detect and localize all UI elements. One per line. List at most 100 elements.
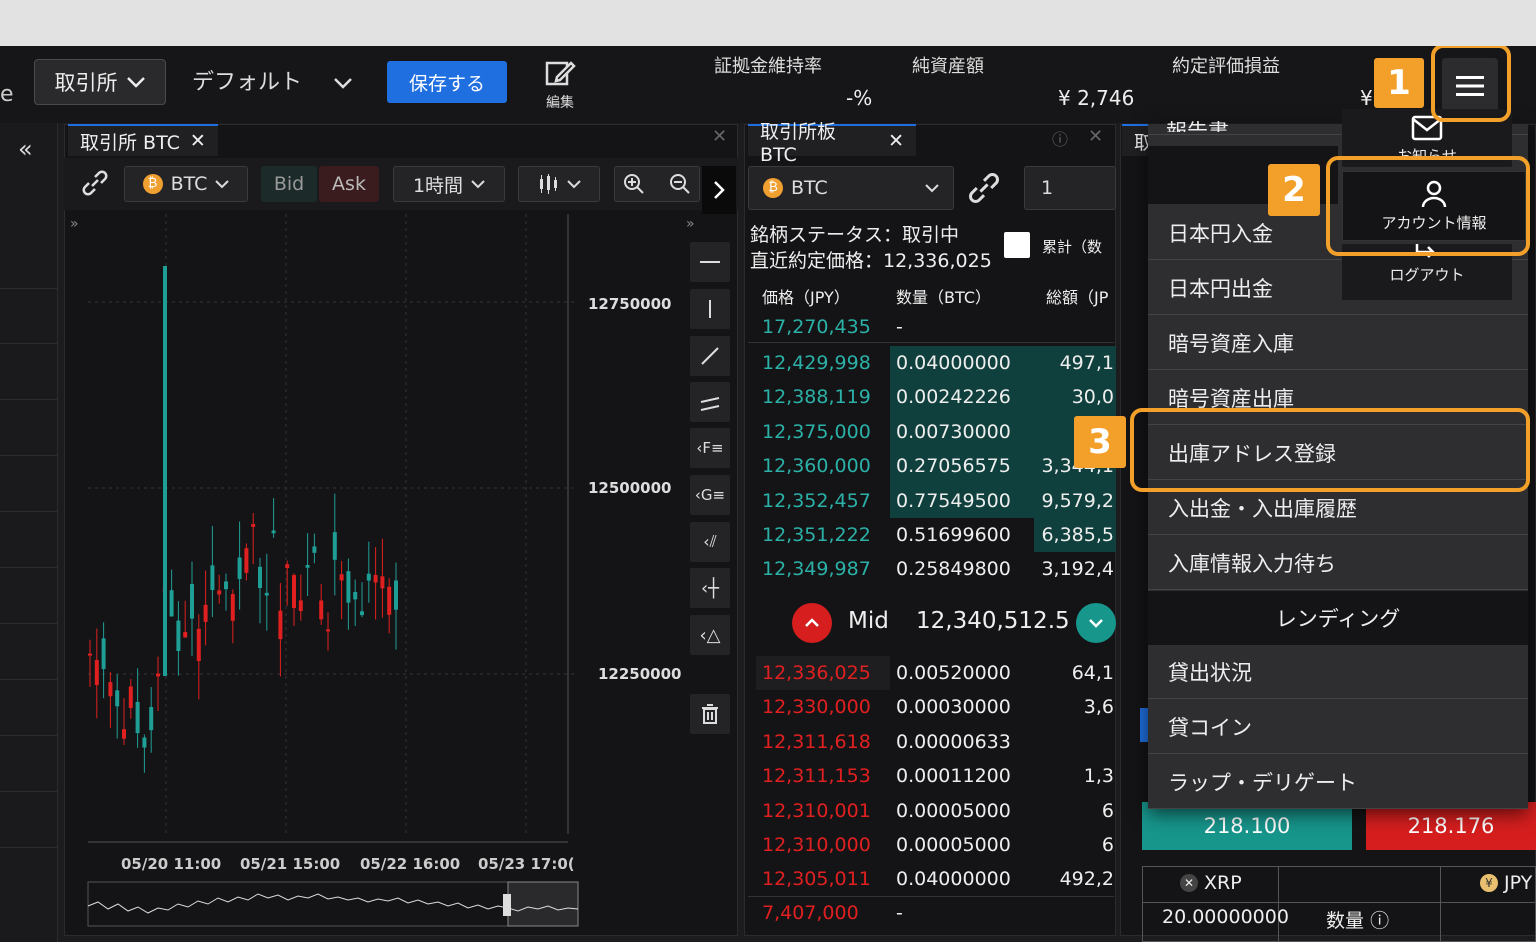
- bid-qty: 0.00030000: [896, 696, 1011, 719]
- ask-price: 12,360,000: [762, 455, 871, 478]
- triangle-tool[interactable]: ‹△: [690, 615, 730, 655]
- candle-body: [108, 682, 113, 697]
- menu-item[interactable]: 暗号資産入庫: [1148, 316, 1528, 370]
- bid-row[interactable]: 12,310,000 0.00005000 6: [756, 828, 1116, 862]
- gann-tool[interactable]: ‹G≡: [690, 475, 730, 515]
- ask-total: 6,385,5: [1041, 524, 1114, 546]
- menu-item[interactable]: 入庫情報入力待ち: [1148, 536, 1528, 590]
- interval-select[interactable]: 1時間: [393, 166, 505, 202]
- expand-right-icon[interactable]: »: [686, 216, 695, 232]
- channel-tool[interactable]: ‹⫽: [690, 522, 730, 562]
- toolbar-scroll-right[interactable]: [702, 166, 736, 214]
- bid-toggle[interactable]: Bid: [261, 166, 317, 202]
- scroll-up-button[interactable]: [792, 603, 832, 643]
- candle-body: [251, 524, 256, 527]
- tab-chart-label: 取引所 BTC: [80, 131, 180, 154]
- minus-tool[interactable]: [690, 242, 730, 282]
- sell-price-button[interactable]: 218.100: [1142, 802, 1352, 850]
- menu-item-report[interactable]: 報告書: [1166, 116, 1229, 132]
- callout-highlight-2: [1326, 156, 1530, 256]
- quantity-input[interactable]: 1: [1024, 166, 1116, 210]
- candle-body: [305, 564, 310, 568]
- crosshair-tool[interactable]: ‹┼: [690, 568, 730, 608]
- lending-menu-item[interactable]: 貸出状況: [1148, 645, 1528, 699]
- ask-row[interactable]: 12,352,457 0.77549500 9,579,2: [756, 484, 1116, 518]
- vertical-line-tool[interactable]: [690, 289, 730, 329]
- ask-toggle[interactable]: Ask: [319, 166, 379, 202]
- ask-total: 497,1: [1059, 352, 1114, 374]
- callout-highlight-1: [1431, 46, 1511, 122]
- ask-qty: 0.77549500: [896, 489, 1011, 512]
- candlestick-chart[interactable]: [68, 214, 686, 934]
- ask-row[interactable]: 12,349,987 0.25849800 3,192,4: [756, 552, 1116, 586]
- price-axis-label: 12500000: [588, 479, 672, 497]
- close-icon[interactable]: ✕: [712, 126, 727, 147]
- save-button[interactable]: 保存する: [387, 61, 507, 103]
- chevron-down-icon: [471, 180, 485, 189]
- orderbook-symbol-select[interactable]: ₿ BTC: [748, 166, 954, 210]
- chevron-down-icon: [126, 77, 145, 88]
- ask-qty: 0.51699600: [896, 524, 1011, 546]
- bid-row[interactable]: 12,311,153 0.00011200 1,3: [756, 759, 1116, 793]
- range-handle[interactable]: [503, 894, 511, 916]
- bid-total: 1,3: [1083, 765, 1114, 788]
- bid-row[interactable]: 12,330,000 0.00030000 3,6: [756, 690, 1116, 724]
- pair-quote: ¥ JPY: [1480, 872, 1532, 894]
- time-axis-label: 05/21 15:00: [240, 855, 341, 873]
- ask-row[interactable]: 12,388,119 0.00242226 30,0: [756, 380, 1116, 414]
- bid-row[interactable]: 12,305,011 0.04000000 492,2: [756, 862, 1116, 896]
- lending-menu-item[interactable]: ラップ・デリゲート: [1148, 755, 1528, 809]
- help-icon[interactable]: ⓘ: [1052, 126, 1068, 150]
- candle-body: [169, 590, 174, 617]
- ask-row[interactable]: 12,360,0000.270565753,344,1: [756, 449, 1116, 483]
- link-icon[interactable]: [966, 170, 1002, 206]
- delete-tool[interactable]: [690, 694, 730, 734]
- top-header: e 取引所 デフォルト 保存する 編集 証拠金維持率 -% 純資産額 ¥ 2,7…: [0, 46, 1536, 123]
- collapse-icon[interactable]: «: [18, 135, 33, 163]
- fibonacci-tool[interactable]: ‹F≡: [690, 428, 730, 468]
- tab-chart[interactable]: 取引所 BTC ✕: [68, 124, 218, 156]
- chevron-right-icon: [714, 181, 725, 199]
- exchange-dropdown-button[interactable]: 取引所: [34, 59, 166, 105]
- bid-price: 12,305,011: [762, 868, 871, 891]
- trend-line-tool[interactable]: [690, 336, 730, 376]
- candle-body: [128, 686, 133, 708]
- chart-type-select[interactable]: [518, 166, 600, 202]
- zoom-out-icon[interactable]: [669, 173, 691, 195]
- candle-body: [122, 729, 126, 739]
- chart-symbol-select[interactable]: ₿ BTC: [124, 166, 248, 202]
- layout-selector[interactable]: デフォルト: [192, 64, 353, 96]
- ask-row[interactable]: 12,429,998 0.04000000 497,1: [756, 346, 1116, 380]
- bid-row[interactable]: 12,336,025 0.00520000 64,1: [756, 656, 1116, 690]
- tab-orderbook[interactable]: 取引所板 BTC ✕: [748, 121, 916, 166]
- link-icon[interactable]: [80, 168, 110, 198]
- ask-row[interactable]: 12,375,000 0.00730000: [756, 415, 1116, 449]
- top-price: 17,270,435: [762, 316, 871, 338]
- close-icon[interactable]: ✕: [1088, 126, 1103, 147]
- candlestick-icon: [540, 174, 557, 194]
- tab-orderbook-label: 取引所板 BTC: [760, 120, 837, 166]
- ask-qty: 0.25849800: [896, 558, 1011, 581]
- ask-row[interactable]: 12,351,222 0.51699600 6,385,5: [756, 518, 1116, 552]
- bid-total: 492,2: [1059, 868, 1114, 891]
- buy-price-button[interactable]: 218.176: [1366, 802, 1536, 850]
- bottom-price: 7,407,000: [762, 902, 859, 924]
- zoom-in-icon[interactable]: [623, 173, 645, 195]
- lending-menu-item[interactable]: 貸コイン: [1148, 700, 1528, 754]
- cumulative-checkbox[interactable]: [1004, 232, 1030, 258]
- info-icon[interactable]: ⓘ: [1370, 910, 1389, 932]
- scroll-down-button[interactable]: [1076, 603, 1116, 643]
- pair-base-label: XRP: [1204, 872, 1242, 894]
- bid-row[interactable]: 12,311,618 0.00000633: [756, 725, 1116, 759]
- parallel-line-tool[interactable]: [690, 382, 730, 422]
- bid-qty: 0.00005000: [896, 799, 1011, 822]
- chevron-down-icon: [925, 184, 939, 193]
- candle-body: [292, 575, 296, 609]
- close-icon[interactable]: ✕: [190, 130, 206, 152]
- candle-body: [210, 565, 215, 591]
- expand-left-icon[interactable]: »: [70, 216, 79, 232]
- bid-row[interactable]: 12,310,001 0.00005000 6: [756, 794, 1116, 828]
- column-header: 総額（JP: [1046, 288, 1109, 307]
- close-icon[interactable]: ✕: [888, 130, 904, 152]
- edit-button[interactable]: 編集: [538, 58, 582, 112]
